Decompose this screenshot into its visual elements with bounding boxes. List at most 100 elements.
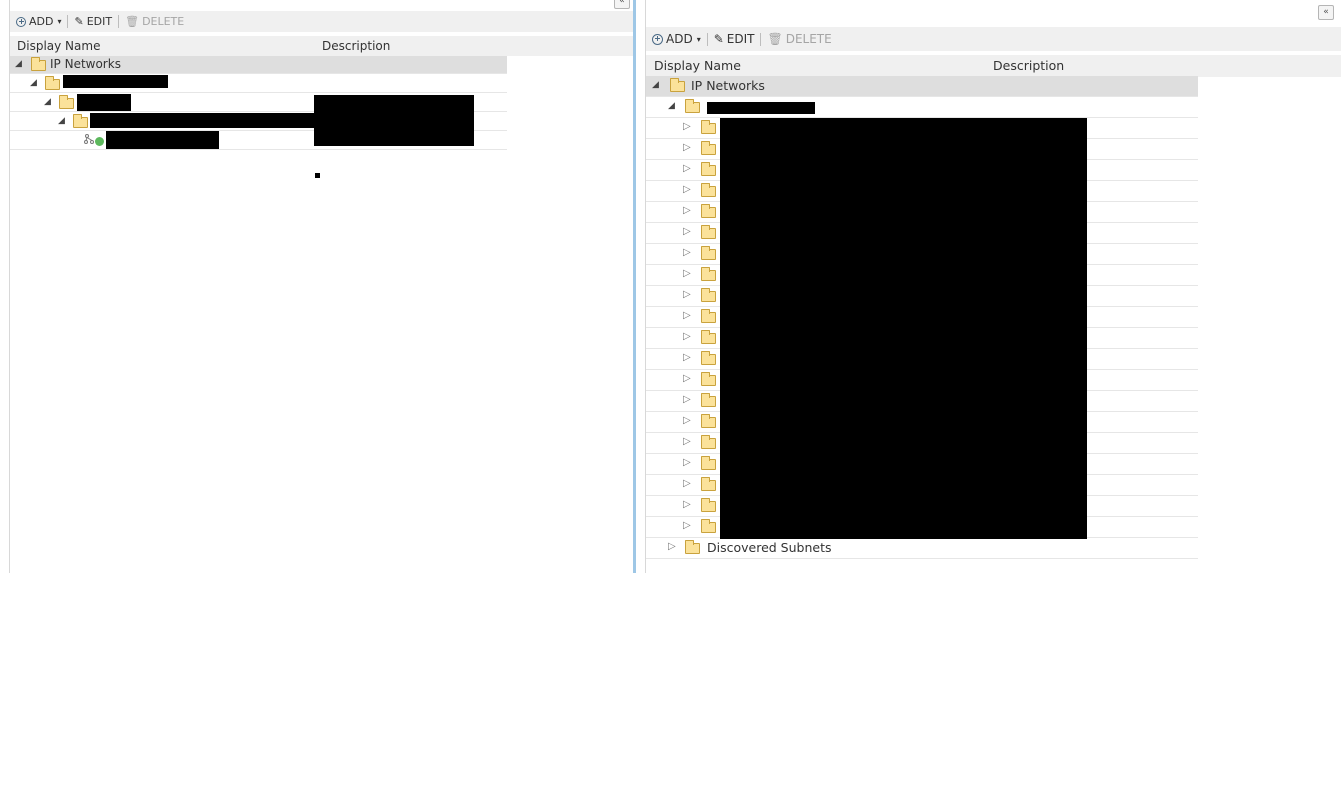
column-header-row: Display Name Description — [646, 55, 1341, 77]
redacted-label — [90, 113, 315, 128]
expand-arrow-icon[interactable]: ◢ — [652, 80, 659, 90]
add-button[interactable]: ADD ▾ — [10, 15, 67, 28]
expand-arrow-icon[interactable]: ▷ — [683, 184, 691, 195]
folder-icon — [701, 162, 716, 176]
trash-icon: 🗑 — [125, 15, 140, 28]
folder-icon — [59, 95, 74, 109]
tree-row-discovered[interactable]: ▷ Discovered Subnets — [646, 538, 1198, 559]
folder-icon — [701, 309, 716, 323]
edit-label: EDIT — [726, 32, 755, 46]
delete-label: DELETE — [142, 15, 185, 28]
expand-arrow-icon[interactable]: ◢ — [15, 59, 22, 69]
folder-icon — [701, 477, 716, 491]
toolbar: ADD ▾ ✎ EDIT 🗑 DELETE — [10, 11, 635, 32]
delete-button[interactable]: 🗑 DELETE — [761, 32, 837, 46]
delete-button[interactable]: 🗑 DELETE — [119, 15, 190, 28]
subnet-icon — [84, 134, 94, 144]
status-up-icon — [95, 137, 104, 146]
add-button[interactable]: ADD ▾ — [646, 32, 707, 46]
expand-arrow-icon[interactable]: ◢ — [30, 78, 37, 88]
redacted-label — [63, 75, 168, 88]
description-header[interactable]: Description — [993, 58, 1064, 73]
expand-arrow-icon[interactable]: ▷ — [683, 478, 691, 489]
expand-arrow-icon[interactable]: ▷ — [668, 541, 676, 552]
pencil-icon: ✎ — [74, 15, 84, 28]
expand-arrow-icon[interactable]: ◢ — [668, 101, 675, 111]
display-name-header[interactable]: Display Name — [17, 39, 100, 53]
redacted-mark — [315, 173, 320, 178]
folder-icon — [701, 414, 716, 428]
expand-arrow-icon[interactable]: ▷ — [683, 415, 691, 426]
expand-arrow-icon[interactable]: ▷ — [683, 373, 691, 384]
display-name-header[interactable]: Display Name — [654, 58, 741, 73]
folder-icon — [701, 393, 716, 407]
right-tree-panel: « ADD ▾ ✎ EDIT 🗑 DELETE Display Name Desc… — [645, 0, 1341, 573]
folder-icon — [701, 204, 716, 218]
expand-arrow-icon[interactable]: ▷ — [683, 331, 691, 342]
folder-icon — [701, 183, 716, 197]
folder-icon — [670, 78, 685, 92]
expand-arrow-icon[interactable]: ▷ — [683, 163, 691, 174]
expand-arrow-icon[interactable]: ▷ — [683, 226, 691, 237]
expand-arrow-icon[interactable]: ◢ — [58, 116, 65, 126]
expand-arrow-icon[interactable]: ◢ — [44, 97, 51, 107]
folder-icon — [701, 120, 716, 134]
panel-gutter — [636, 0, 645, 573]
tree-row[interactable]: ◢ — [646, 97, 1198, 118]
chevron-down-icon: ▾ — [696, 34, 701, 44]
expand-arrow-icon[interactable]: ▷ — [683, 394, 691, 405]
tree-label-root: IP Networks — [50, 57, 121, 71]
folder-icon — [701, 498, 716, 512]
folder-icon — [45, 76, 60, 90]
add-icon — [16, 16, 26, 27]
collapse-panel-icon[interactable]: « — [614, 0, 630, 9]
tree-label-discovered: Discovered Subnets — [707, 540, 832, 555]
expand-arrow-icon[interactable]: ▷ — [683, 436, 691, 447]
expand-arrow-icon[interactable]: ▷ — [683, 121, 691, 132]
expand-arrow-icon[interactable]: ▷ — [683, 247, 691, 258]
edit-label: EDIT — [86, 15, 113, 28]
redacted-label — [106, 131, 219, 149]
collapse-panel-icon[interactable]: « — [1318, 5, 1334, 20]
chevron-down-icon: ▾ — [57, 17, 62, 26]
toolbar: ADD ▾ ✎ EDIT 🗑 DELETE — [646, 27, 1341, 51]
tree-row[interactable]: ◢ — [10, 74, 507, 93]
redacted-description — [314, 95, 474, 146]
trash-icon: 🗑 — [767, 32, 783, 46]
expand-arrow-icon[interactable]: ▷ — [683, 268, 691, 279]
expand-arrow-icon[interactable]: ▷ — [683, 310, 691, 321]
folder-icon — [701, 267, 716, 281]
expand-arrow-icon[interactable]: ▷ — [683, 457, 691, 468]
expand-arrow-icon[interactable]: ▷ — [683, 205, 691, 216]
expand-arrow-icon[interactable]: ▷ — [683, 520, 691, 531]
tree-row-root[interactable]: ◢ IP Networks — [646, 76, 1198, 97]
folder-icon — [31, 57, 46, 71]
folder-icon — [701, 435, 716, 449]
folder-icon — [701, 456, 716, 470]
add-icon — [652, 33, 663, 45]
folder-icon — [701, 351, 716, 365]
folder-icon — [701, 246, 716, 260]
folder-icon — [701, 372, 716, 386]
left-tree-panel: « ADD ▾ ✎ EDIT 🗑 DELETE Display Name Desc… — [9, 0, 635, 573]
edit-button[interactable]: ✎ EDIT — [708, 32, 761, 46]
folder-icon — [701, 519, 716, 533]
expand-arrow-icon[interactable]: ▷ — [683, 142, 691, 153]
tree-label-root: IP Networks — [691, 78, 765, 93]
tree-row-root[interactable]: ◢ IP Networks — [10, 56, 507, 74]
redacted-block — [720, 118, 1087, 539]
expand-arrow-icon[interactable]: ▷ — [683, 289, 691, 300]
pencil-icon: ✎ — [713, 32, 724, 46]
folder-icon — [701, 330, 716, 344]
folder-icon — [685, 540, 700, 554]
column-header-row: Display Name Description — [10, 36, 635, 56]
folder-icon — [685, 99, 700, 113]
edit-button[interactable]: ✎ EDIT — [68, 15, 118, 28]
folder-icon — [73, 114, 88, 128]
add-label: ADD — [29, 15, 54, 28]
add-label: ADD — [666, 32, 693, 46]
expand-arrow-icon[interactable]: ▷ — [683, 352, 691, 363]
description-header[interactable]: Description — [322, 39, 390, 53]
expand-arrow-icon[interactable]: ▷ — [683, 499, 691, 510]
redacted-label — [77, 94, 131, 111]
